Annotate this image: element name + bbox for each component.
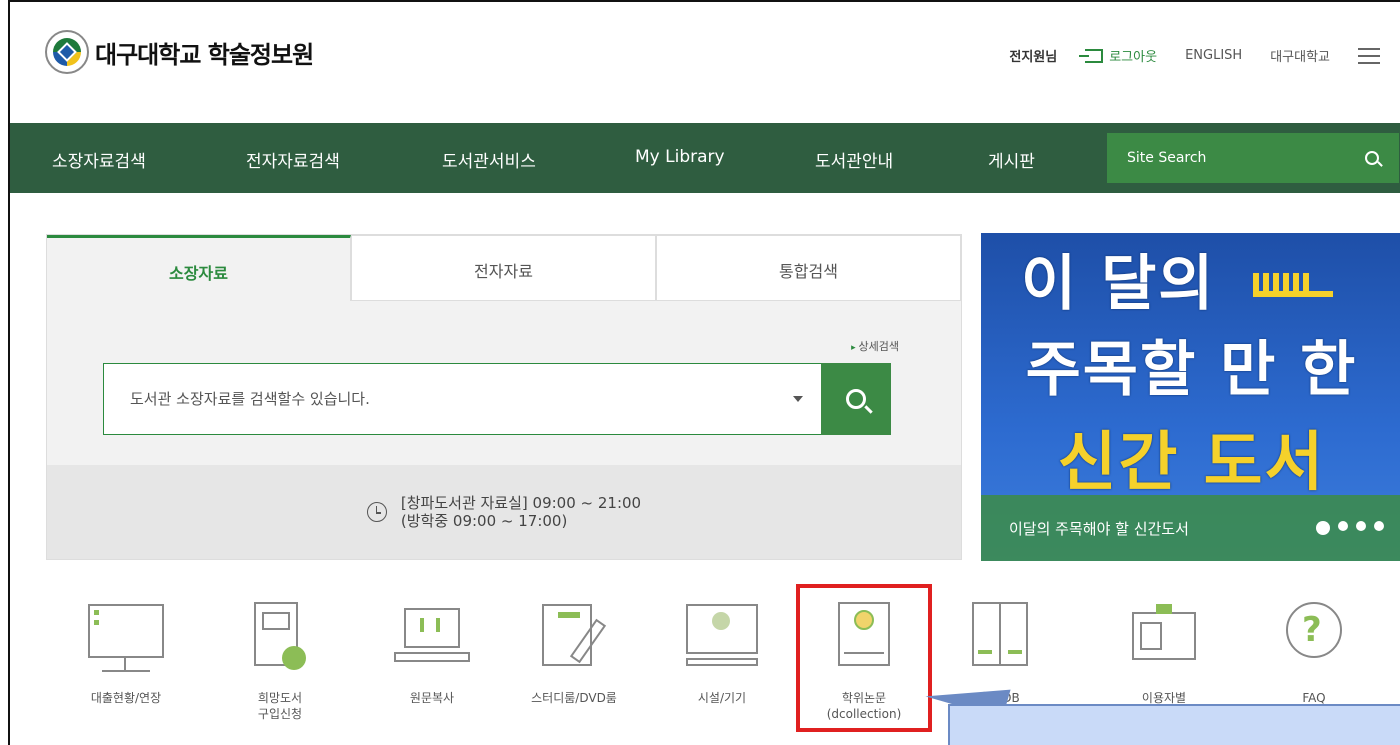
hours-line-1: [창파도서관 자료실] 09:00 ~ 21:00 [400,494,642,512]
slide-dot-2[interactable] [1338,521,1348,531]
quick-label: 대출현황/연장 [90,691,162,705]
utility-menu: 전지원님 로그아웃 ENGLISH 대구대학교 [1009,46,1380,65]
nav-item-holdings-search[interactable]: 소장자료검색 [52,147,146,172]
advanced-search-link[interactable]: 상세검색 [851,338,899,354]
opening-hours: [창파도서관 자료실] 09:00 ~ 21:00 (방학중 09:00 ~ 1… [47,465,961,559]
quick-item-loan-status[interactable]: 대출현황/연장 [56,598,196,706]
book-request-icon [238,598,322,680]
tab-integrated-search[interactable]: 통합검색 [656,235,961,301]
hours-line-2: (방학중 09:00 ~ 17:00) [400,512,568,530]
quick-label: 스터디룸/DVD룸 [531,691,617,705]
hamburger-menu-icon[interactable] [1358,47,1380,64]
thesis-highlight-box [796,584,932,732]
logout-link[interactable]: 로그아웃 [1079,46,1158,65]
quick-item-facilities[interactable]: 시설/기기 [652,598,792,706]
chevron-down-icon[interactable] [793,396,803,402]
banner-caption: 이달의 주목해야 할 신간도서 [1009,519,1189,538]
callout-box [948,704,1400,745]
nav-item-library-guide[interactable]: 도서관안내 [815,147,893,172]
quick-label: 희망도서 구입신청 [257,691,303,721]
nav-item-library-services[interactable]: 도서관서비스 [442,147,536,172]
university-link[interactable]: 대구대학교 [1270,46,1330,65]
database-book-icon [958,598,1042,680]
banner-line-2: 주목할 만 한 [1025,335,1358,405]
user-greeting: 전지원님 [1009,50,1058,65]
search-icon[interactable] [1365,151,1379,165]
banner-caption-bar: 이달의 주목해야 할 신간도서 [981,495,1400,561]
banner-pagination [1316,521,1384,535]
search-icon [846,389,866,409]
site-logo[interactable]: 대구대학교 학술정보원 [45,30,314,74]
browser-frame: 대구대학교 학술정보원 전지원님 로그아웃 ENGLISH 대구대학교 소장자료… [8,0,1400,745]
holdings-search-box [103,363,891,435]
search-tabs: 소장자료 전자자료 통합검색 [47,235,961,301]
user-id-card-icon [1122,598,1206,680]
banner-line-3: 신간 도서 [1057,426,1326,500]
nav-item-my-library[interactable]: My Library [635,147,725,167]
tab-holdings[interactable]: 소장자료 [47,235,351,301]
site-search-input[interactable] [1127,150,1327,166]
quick-item-study-room[interactable]: 스터디룸/DVD룸 [504,598,644,706]
university-emblem-icon [45,30,89,74]
holdings-search-input[interactable] [104,364,793,434]
quick-label: 원문복사 [409,691,455,705]
laptop-copy-icon [390,598,474,680]
search-panel: 소장자료 전자자료 통합검색 상세검색 [창파도서관 자료실] 09:00 ~ … [46,234,962,560]
nav-item-board[interactable]: 게시판 [988,147,1035,172]
english-link[interactable]: ENGLISH [1185,48,1242,63]
banner-line-1: 이 달의 [1021,249,1216,319]
clock-icon [366,502,387,522]
tab-eresources[interactable]: 전자자료 [351,235,656,301]
new-books-banner[interactable]: 이 달의 주목할 만 한 신간 도서 이달의 주목해야 할 신간도서 [981,233,1400,561]
logout-icon [1079,48,1104,63]
search-button[interactable] [821,363,891,435]
slide-dot-1[interactable] [1316,521,1330,535]
nav-item-eresources-search[interactable]: 전자자료검색 [246,147,340,172]
main-navigation: 소장자료검색 전자자료검색 도서관서비스 My Library 도서관안내 게시… [10,123,1400,193]
logo-title: 대구대학교 학술정보원 [95,40,314,69]
facility-monitor-icon [680,598,764,680]
bookshelf-icon [1253,273,1333,297]
slide-dot-3[interactable] [1356,521,1366,531]
site-search-box [1107,133,1399,183]
quick-item-book-request[interactable]: 희망도서 구입신청 [210,598,350,722]
quick-label: 시설/기기 [697,691,747,705]
monitor-icon [84,598,168,680]
site-header: 대구대학교 학술정보원 전지원님 로그아웃 ENGLISH 대구대학교 [10,2,1400,122]
slide-dot-4[interactable] [1374,521,1384,531]
quick-item-faq[interactable]: ? FAQ [1244,598,1384,706]
room-reservation-icon [532,598,616,680]
logout-label: 로그아웃 [1109,50,1158,65]
faq-bubble-icon: ? [1272,598,1356,680]
quick-item-document-copy[interactable]: 원문복사 [362,598,502,706]
